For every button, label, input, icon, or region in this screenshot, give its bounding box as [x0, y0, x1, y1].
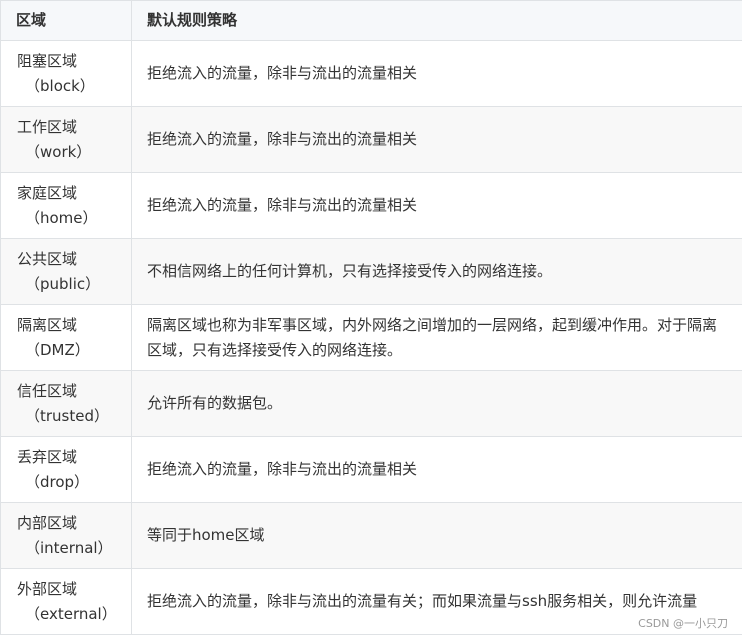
firewall-zones-table: 区域 默认规则策略 阻塞区域 （block） 拒绝流入的流量，除非与流出的流量相关…	[0, 0, 742, 635]
table-row: 丢弃区域 （drop） 拒绝流入的流量，除非与流出的流量相关	[0, 436, 742, 503]
zone-cell: 工作区域 （work）	[0, 106, 132, 173]
zone-cell: 外部区域 （external）	[0, 568, 132, 635]
zone-name: 公共区域	[17, 249, 78, 268]
zone-name: 信任区域	[17, 381, 78, 400]
policy-cell: 拒绝流入的流量，除非与流出的流量相关	[131, 172, 742, 239]
zone-id: （block）	[25, 76, 95, 95]
zone-id: （external）	[25, 604, 117, 623]
zone-id: （work）	[25, 142, 92, 161]
table-row: 工作区域 （work） 拒绝流入的流量，除非与流出的流量相关	[0, 106, 742, 173]
zone-cell: 家庭区域 （home）	[0, 172, 132, 239]
policy-cell: 允许所有的数据包。	[131, 370, 742, 437]
table-row: 阻塞区域 （block） 拒绝流入的流量，除非与流出的流量相关	[0, 40, 742, 107]
zone-name: 家庭区域	[17, 183, 78, 202]
policy-cell: 拒绝流入的流量，除非与流出的流量相关	[131, 40, 742, 107]
zone-name: 工作区域	[17, 117, 78, 136]
policy-cell: 拒绝流入的流量，除非与流出的流量相关	[131, 436, 742, 503]
zone-name: 阻塞区域	[17, 51, 78, 70]
zone-cell: 信任区域 （trusted）	[0, 370, 132, 437]
policy-cell: 拒绝流入的流量，除非与流出的流量相关	[131, 106, 742, 173]
table-row: 信任区域 （trusted） 允许所有的数据包。	[0, 370, 742, 437]
table-row: 外部区域 （external） 拒绝流入的流量，除非与流出的流量有关；而如果流量与…	[0, 568, 742, 635]
policy-cell: 等同于home区域	[131, 502, 742, 569]
zone-id: （internal）	[25, 538, 113, 557]
table-row: 公共区域 （public） 不相信网络上的任何计算机，只有选择接受传入的网络连接。	[0, 238, 742, 305]
zone-cell: 隔离区域 （DMZ）	[0, 304, 132, 371]
header-policy: 默认规则策略	[131, 0, 742, 41]
zone-cell: 公共区域 （public）	[0, 238, 132, 305]
zone-id: （DMZ）	[25, 340, 90, 359]
table-row: 隔离区域 （DMZ） 隔离区域也称为非军事区域，内外网络之间增加的一层网络，起到缓…	[0, 304, 742, 371]
zone-id: （home）	[25, 208, 98, 227]
table-row: 家庭区域 （home） 拒绝流入的流量，除非与流出的流量相关	[0, 172, 742, 239]
zone-name: 外部区域	[17, 579, 78, 598]
zone-cell: 阻塞区域 （block）	[0, 40, 132, 107]
table-header-row: 区域 默认规则策略	[0, 0, 742, 41]
header-zone: 区域	[0, 0, 132, 41]
zone-cell: 丢弃区域 （drop）	[0, 436, 132, 503]
zone-id: （trusted）	[25, 406, 110, 425]
zone-id: （public）	[25, 274, 101, 293]
zone-id: （drop）	[25, 472, 90, 491]
zone-name: 隔离区域	[17, 315, 78, 334]
csdn-watermark: CSDN @一小只刀	[636, 617, 730, 631]
policy-cell: 不相信网络上的任何计算机，只有选择接受传入的网络连接。	[131, 238, 742, 305]
zone-name: 丢弃区域	[17, 447, 78, 466]
table-row: 内部区域 （internal） 等同于home区域	[0, 502, 742, 569]
zone-name: 内部区域	[17, 513, 78, 532]
policy-cell: 隔离区域也称为非军事区域，内外网络之间增加的一层网络，起到缓冲作用。对于隔离区域…	[131, 304, 742, 371]
zone-cell: 内部区域 （internal）	[0, 502, 132, 569]
